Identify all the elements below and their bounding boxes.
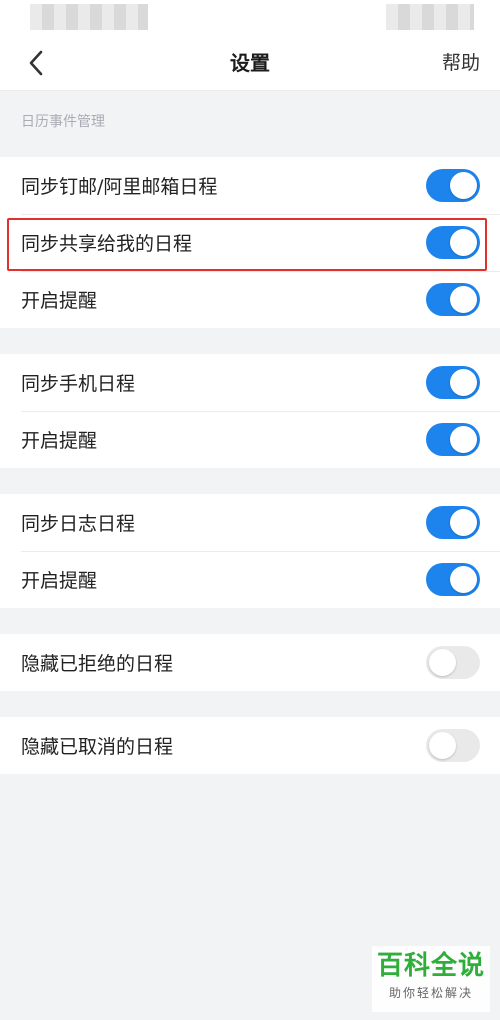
settings-group-phone: 同步手机日程 开启提醒: [0, 354, 500, 468]
row-label: 开启提醒: [21, 290, 98, 312]
toggle-switch[interactable]: [426, 646, 480, 679]
help-button[interactable]: 帮助: [442, 35, 480, 91]
section-header: 日历事件管理: [21, 114, 105, 130]
settings-group-cancelled: 隐藏已取消的日程: [0, 717, 500, 774]
row-label: 同步手机日程: [21, 373, 136, 395]
nav-bar: 设置 帮助: [0, 35, 500, 91]
toggle-switch[interactable]: [426, 226, 480, 259]
settings-row: 开启提醒: [0, 271, 500, 328]
settings-row: 同步手机日程: [0, 354, 500, 411]
row-label: 开启提醒: [21, 430, 98, 452]
toggle-switch[interactable]: [426, 563, 480, 596]
group-gap: [0, 608, 500, 634]
row-label: 同步共享给我的日程: [21, 233, 193, 255]
status-bar-left-blurred: [30, 4, 148, 30]
toggle-switch[interactable]: [426, 729, 480, 762]
settings-group-journal: 同步日志日程 开启提醒: [0, 494, 500, 608]
group-gap: [0, 328, 500, 354]
settings-group-mail: 同步钉邮/阿里邮箱日程 同步共享给我的日程 开启提醒: [0, 157, 500, 328]
row-label: 隐藏已取消的日程: [21, 736, 174, 758]
status-bar: [0, 0, 500, 35]
toggle-switch[interactable]: [426, 169, 480, 202]
status-bar-right-blurred: [386, 4, 474, 30]
settings-row: 隐藏已拒绝的日程: [0, 634, 500, 691]
row-label: 隐藏已拒绝的日程: [21, 653, 174, 675]
row-label: 同步钉邮/阿里邮箱日程: [21, 176, 218, 198]
settings-row: 开启提醒: [0, 411, 500, 468]
row-label: 开启提醒: [21, 570, 98, 592]
settings-group-declined: 隐藏已拒绝的日程: [0, 634, 500, 691]
watermark-logo: 百科全说 助你轻松解决: [372, 946, 490, 1012]
settings-row: 隐藏已取消的日程: [0, 717, 500, 774]
page-title: 设置: [230, 51, 270, 75]
toggle-switch[interactable]: [426, 283, 480, 316]
settings-row: 同步日志日程: [0, 494, 500, 551]
watermark-subtitle: 助你轻松解决: [388, 986, 473, 1000]
toggle-switch[interactable]: [426, 506, 480, 539]
toggle-switch[interactable]: [426, 423, 480, 456]
watermark-title: 百科全说: [376, 951, 485, 981]
group-gap: [0, 691, 500, 717]
row-label: 同步日志日程: [21, 513, 136, 535]
settings-row: 同步钉邮/阿里邮箱日程: [0, 157, 500, 214]
settings-row: 同步共享给我的日程: [0, 214, 500, 271]
group-gap: [0, 468, 500, 494]
toggle-switch[interactable]: [426, 366, 480, 399]
settings-row: 开启提醒: [0, 551, 500, 608]
